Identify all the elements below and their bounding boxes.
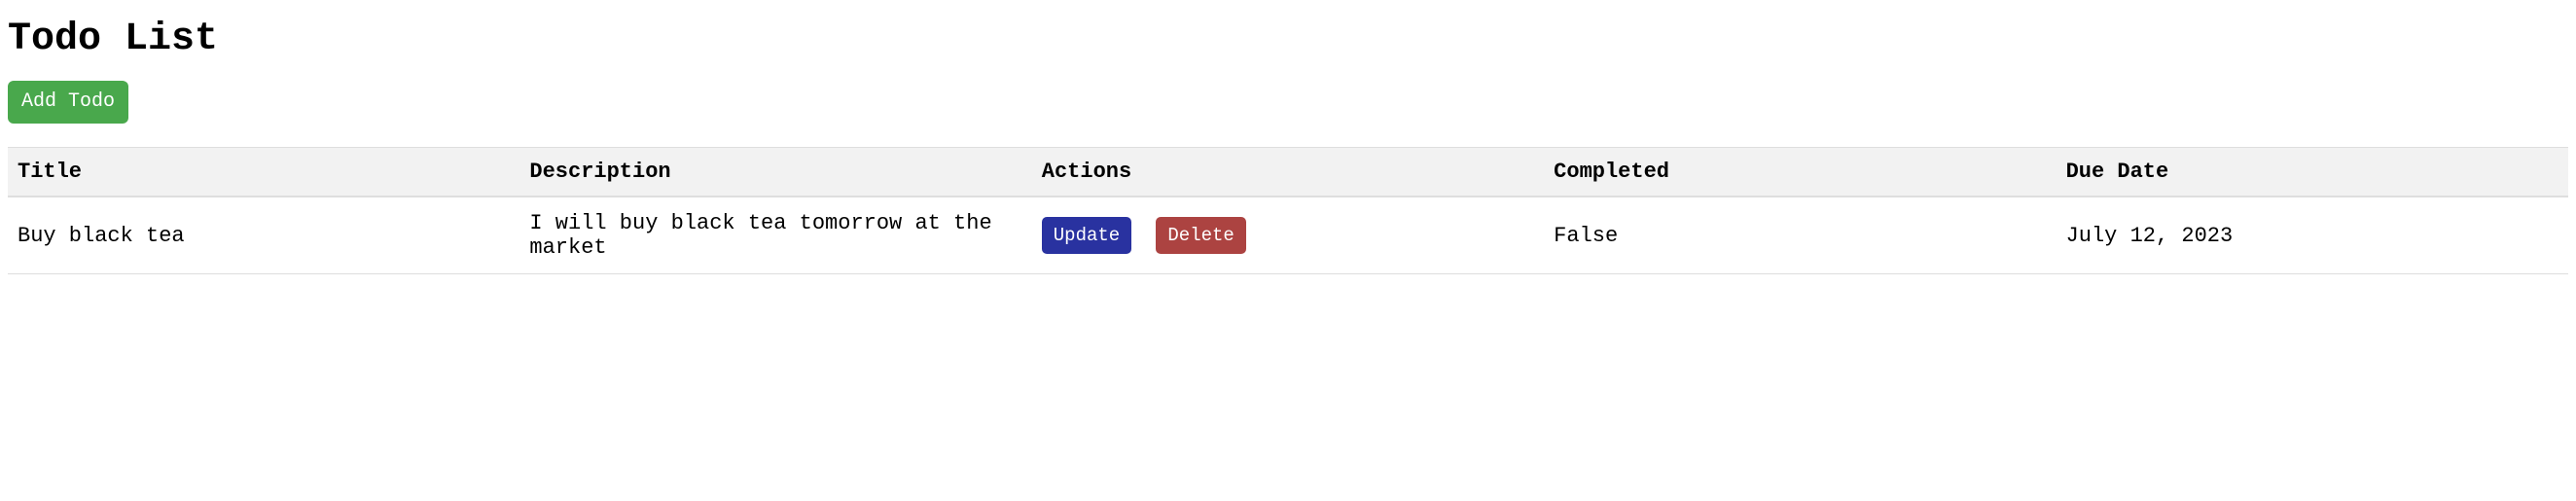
table-row: Buy black tea I will buy black tea tomor…	[8, 197, 2568, 274]
delete-button[interactable]: Delete	[1156, 217, 1245, 255]
cell-due-date: July 12, 2023	[2057, 197, 2568, 274]
cell-completed: False	[1544, 197, 2056, 274]
header-completed: Completed	[1544, 148, 2056, 197]
table-header-row: Title Description Actions Completed Due …	[8, 148, 2568, 197]
header-description: Description	[519, 148, 1031, 197]
todo-table: Title Description Actions Completed Due …	[8, 147, 2568, 274]
update-button[interactable]: Update	[1042, 217, 1131, 255]
page-title: Todo List	[8, 18, 2568, 61]
toolbar: Add Todo	[8, 81, 2568, 124]
header-title: Title	[8, 148, 519, 197]
header-due-date: Due Date	[2057, 148, 2568, 197]
cell-title: Buy black tea	[8, 197, 519, 274]
cell-description: I will buy black tea tomorrow at the mar…	[519, 197, 1031, 274]
cell-actions: Update Delete	[1032, 197, 1544, 274]
todo-page: Todo List Add Todo Title Description Act…	[8, 18, 2568, 274]
add-todo-button[interactable]: Add Todo	[8, 81, 128, 124]
action-buttons: Update Delete	[1042, 217, 1534, 255]
header-actions: Actions	[1032, 148, 1544, 197]
